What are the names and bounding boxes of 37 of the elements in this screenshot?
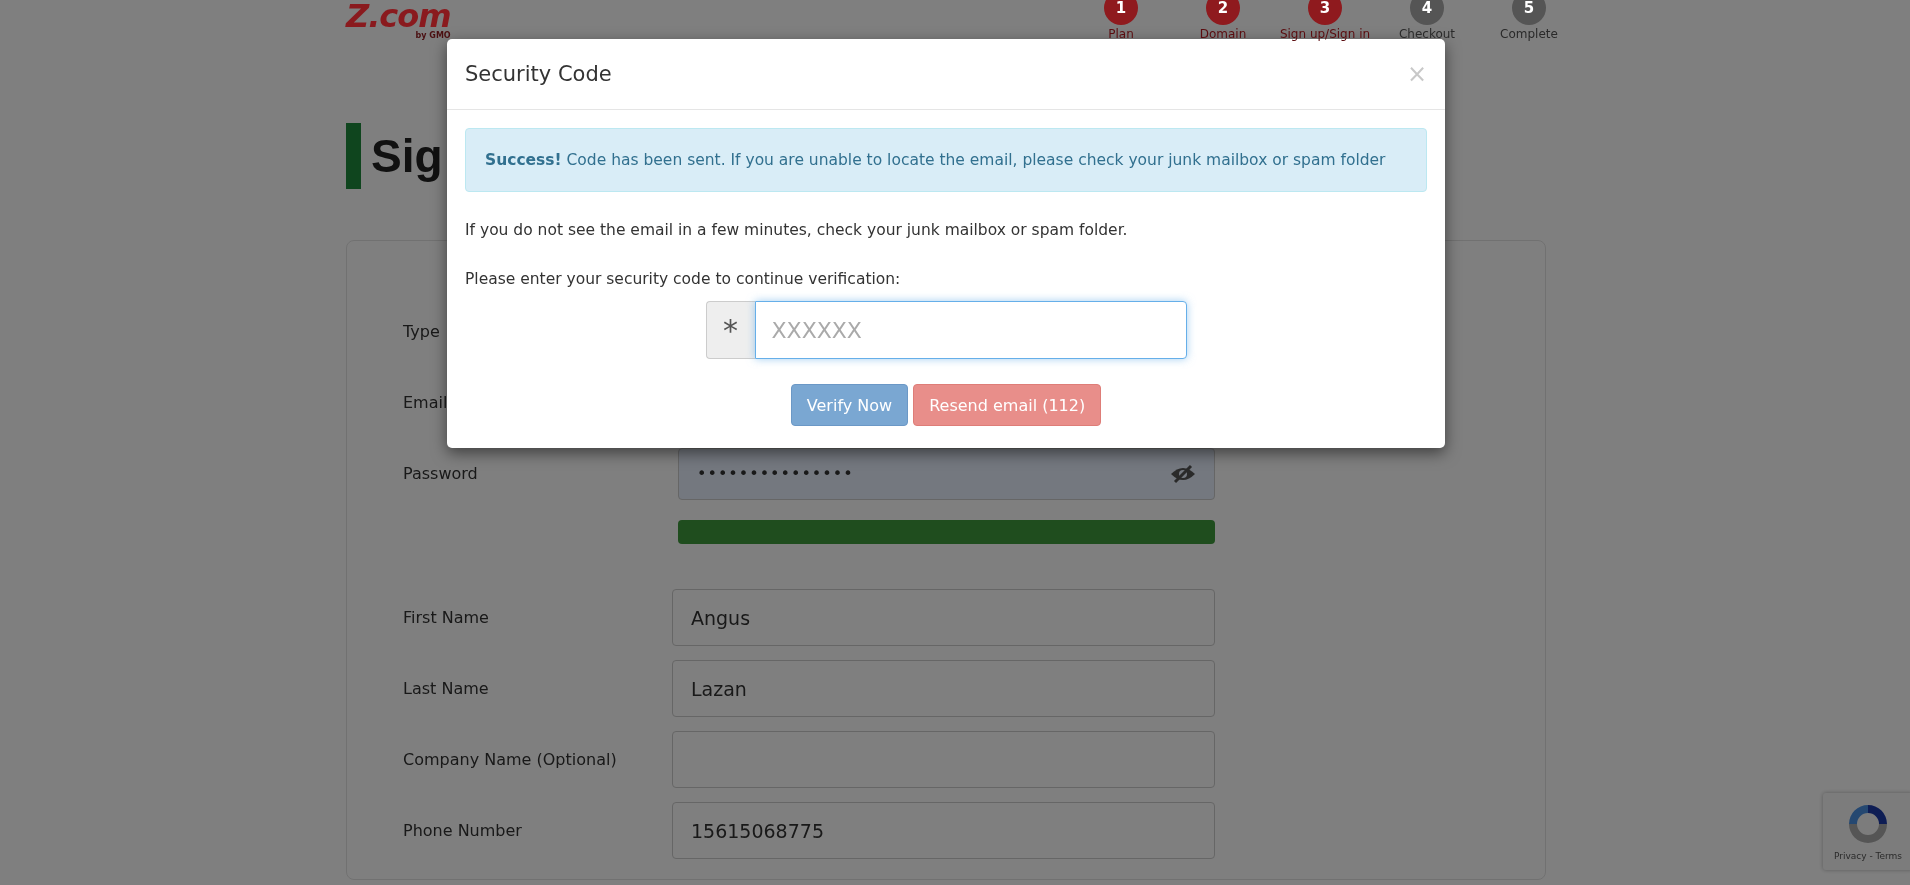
step-label: Plan <box>1108 27 1134 41</box>
step-label: Domain <box>1199 27 1247 41</box>
field-label: First Name <box>402 608 490 627</box>
step-number: 4 <box>1410 0 1444 25</box>
step-number: 1 <box>1104 0 1138 25</box>
success-alert: Success! Code has been sent. If you are unable to locate the email, please check your junk mailbox or spam folder <box>465 128 1427 192</box>
step-label: Complete <box>1500 27 1558 41</box>
asterisk-addon: * <box>705 301 755 359</box>
field-label: Last Name <box>402 679 490 698</box>
verify-button[interactable]: Verify Now <box>790 384 909 426</box>
heading-accent-bar <box>346 123 361 189</box>
step-label: Sign up/Sign in <box>1279 27 1371 41</box>
password-value: ••••••••••••••• <box>697 464 854 483</box>
prompt-text: Please enter your security code to continue verification: <box>465 270 902 288</box>
field-label: Email <box>402 393 449 412</box>
logo-tagline: by GMO <box>415 31 451 40</box>
step-number: 3 <box>1308 0 1342 25</box>
text-field[interactable] <box>672 731 1215 788</box>
page-heading: Sig <box>371 129 443 183</box>
step-label: Checkout <box>1398 27 1456 41</box>
note-text: If you do not see the email in a few minutes, check your junk mailbox or spam folder. <box>465 221 1129 239</box>
field-label: Company Name (Optional) <box>402 750 618 769</box>
eye-slash-icon <box>1170 463 1196 484</box>
code-field[interactable]: XXXXXX <box>754 301 1187 359</box>
step-number: 2 <box>1206 0 1240 25</box>
step-number: 5 <box>1512 0 1546 25</box>
recaptcha-links[interactable]: Privacy - Terms <box>1833 851 1903 861</box>
resend-button[interactable]: Resend email (112) <box>913 384 1102 426</box>
modal-title: Security Code <box>465 62 612 86</box>
text-field[interactable]: Lazan <box>672 660 1215 717</box>
text-field[interactable]: 15615068775 <box>672 802 1215 859</box>
field-label: Password <box>402 464 479 483</box>
field-label: Type <box>402 322 441 341</box>
password-field[interactable]: ••••••••••••••• <box>678 447 1215 500</box>
text-field[interactable]: Angus <box>672 589 1215 646</box>
field-label: Phone Number <box>402 821 523 840</box>
logo[interactable]: Z.com <box>346 1 451 31</box>
